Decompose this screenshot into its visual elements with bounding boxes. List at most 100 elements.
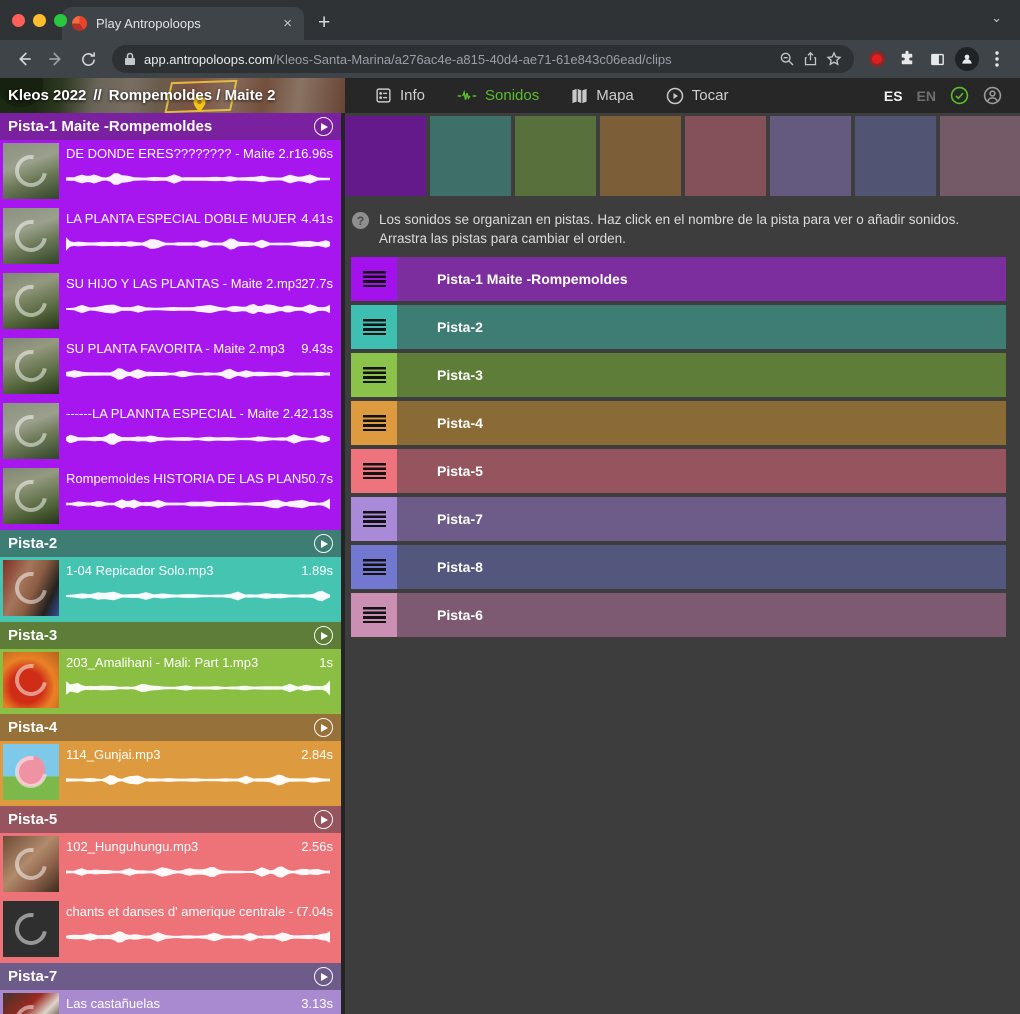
track-color-swatch[interactable] — [855, 116, 936, 196]
clip-waveform[interactable] — [66, 431, 333, 447]
track-color-swatch[interactable] — [940, 116, 1020, 196]
track-row-body[interactable]: Pista-5 — [397, 449, 1006, 493]
track-row[interactable]: Pista-8 — [351, 545, 1006, 589]
track-row[interactable]: Pista-2 — [351, 305, 1006, 349]
track-row[interactable]: Pista-5 — [351, 449, 1006, 493]
lang-es-button[interactable]: ES — [884, 88, 903, 104]
account-icon[interactable] — [983, 86, 1002, 105]
clip-thumbnail — [3, 836, 59, 892]
share-icon[interactable] — [803, 51, 818, 67]
tab-overflow-chevron-icon[interactable]: ⌄ — [991, 10, 1002, 26]
back-button[interactable] — [10, 45, 38, 73]
clip-item[interactable]: 203_Amalihani - Mali: Part 1.mp31s — [0, 649, 341, 714]
clip-item[interactable]: Rompemoldes HISTORIA DE LAS PLANTAS...50… — [0, 465, 341, 530]
clip-item[interactable]: Las castañuelas3.13s — [0, 990, 341, 1014]
clip-waveform[interactable] — [66, 366, 333, 382]
track-row[interactable]: Pista-3 — [351, 353, 1006, 397]
clip-item[interactable]: 114_Gunjai.mp32.84s — [0, 741, 341, 806]
clip-waveform[interactable] — [66, 864, 333, 880]
nav-tab-tocar[interactable]: Tocar — [654, 87, 741, 105]
track-row-body[interactable]: Pista-7 — [397, 497, 1006, 541]
track-play-button[interactable] — [314, 810, 333, 829]
zoom-indicator-icon[interactable] — [779, 51, 795, 67]
clip-waveform[interactable] — [66, 171, 333, 187]
clip-item[interactable]: SU HIJO Y LAS PLANTAS - Maite 2.mp327.7s — [0, 270, 341, 335]
forward-button[interactable] — [42, 45, 70, 73]
track-color-swatch[interactable] — [345, 116, 426, 196]
track-section: Pista-21-04 Repicador Solo.mp31.89s — [0, 530, 341, 622]
nav-tab-mapa[interactable]: Mapa — [559, 87, 646, 104]
drag-handle[interactable] — [351, 545, 397, 589]
track-color-swatch[interactable] — [600, 116, 681, 196]
bookmark-star-icon[interactable] — [826, 51, 842, 67]
extensions-puzzle-icon[interactable] — [894, 50, 920, 68]
drag-handle[interactable] — [351, 353, 397, 397]
breadcrumb-project[interactable]: Kleos 2022 — [8, 87, 86, 104]
drag-handle[interactable] — [351, 593, 397, 637]
new-tab-button[interactable]: + — [318, 11, 330, 35]
track-section: Pista-5102_Hunguhungu.mp32.56schants et … — [0, 806, 341, 963]
track-row[interactable]: Pista-1 Maite -Rompemoldes — [351, 257, 1006, 301]
nav-tab-info[interactable]: Info — [363, 87, 437, 104]
track-header[interactable]: Pista-1 Maite -Rompemoldes — [0, 113, 341, 140]
track-row-body[interactable]: Pista-3 — [397, 353, 1006, 397]
browser-menu-icon[interactable] — [984, 51, 1010, 67]
track-row-body[interactable]: Pista-6 — [397, 593, 1006, 637]
clip-item[interactable]: chants et danses d' amerique centrale - … — [0, 898, 341, 963]
clip-item[interactable]: 1-04 Repicador Solo.mp31.89s — [0, 557, 341, 622]
clip-waveform[interactable] — [66, 301, 333, 317]
clip-waveform[interactable] — [66, 236, 333, 252]
track-color-swatch[interactable] — [430, 116, 511, 196]
track-header[interactable]: Pista-7 — [0, 963, 341, 990]
profile-avatar[interactable] — [954, 47, 980, 71]
track-play-button[interactable] — [314, 967, 333, 986]
clip-item[interactable]: LA PLANTA ESPECIAL DOBLE MUJER - Mai...4… — [0, 205, 341, 270]
clip-waveform[interactable] — [66, 496, 333, 512]
nav-tab-sonidos[interactable]: Sonidos — [445, 87, 551, 104]
map-thumbnail-header[interactable]: Kleos 2022 // Rompemoldes / Maite 2 — [0, 78, 345, 113]
drag-handle[interactable] — [351, 449, 397, 493]
clip-item[interactable]: 102_Hunguhungu.mp32.56s — [0, 833, 341, 898]
track-row-body[interactable]: Pista-8 — [397, 545, 1006, 589]
track-header[interactable]: Pista-2 — [0, 530, 341, 557]
track-row-body[interactable]: Pista-4 — [397, 401, 1006, 445]
track-row[interactable]: Pista-6 — [351, 593, 1006, 637]
sidebar-toggle-icon[interactable] — [924, 51, 950, 68]
minimize-window-button[interactable] — [33, 14, 46, 27]
clip-waveform[interactable] — [66, 680, 333, 696]
track-row[interactable]: Pista-4 — [351, 401, 1006, 445]
reload-button[interactable] — [74, 45, 102, 73]
track-color-swatch[interactable] — [515, 116, 596, 196]
record-extension-icon[interactable] — [864, 51, 890, 67]
drag-handle[interactable] — [351, 497, 397, 541]
drag-handle[interactable] — [351, 305, 397, 349]
tab-close-icon[interactable]: × — [281, 15, 294, 32]
track-header[interactable]: Pista-3 — [0, 622, 341, 649]
track-play-button[interactable] — [314, 718, 333, 737]
clip-waveform[interactable] — [66, 588, 333, 604]
drag-handle[interactable] — [351, 257, 397, 301]
sync-check-icon[interactable] — [950, 86, 969, 105]
clip-waveform[interactable] — [66, 929, 333, 945]
track-section: Pista-7Las castañuelas3.13s — [0, 963, 341, 1014]
clip-waveform[interactable] — [66, 772, 333, 788]
track-color-swatch[interactable] — [685, 116, 766, 196]
track-row[interactable]: Pista-7 — [351, 497, 1006, 541]
track-header[interactable]: Pista-5 — [0, 806, 341, 833]
track-header[interactable]: Pista-4 — [0, 714, 341, 741]
track-play-button[interactable] — [314, 117, 333, 136]
zoom-window-button[interactable] — [54, 14, 67, 27]
lang-en-button[interactable]: EN — [917, 88, 936, 104]
track-play-button[interactable] — [314, 626, 333, 645]
clip-item[interactable]: SU PLANTA FAVORITA - Maite 2.mp39.43s — [0, 335, 341, 400]
clip-item[interactable]: DE DONDE ERES???????? - Maite 2.mp316.96… — [0, 140, 341, 205]
track-play-button[interactable] — [314, 534, 333, 553]
track-color-swatch[interactable] — [770, 116, 851, 196]
drag-handle[interactable] — [351, 401, 397, 445]
browser-tab[interactable]: Play Antropoloops × — [62, 7, 304, 40]
address-bar[interactable]: app.antropoloops.com/Kleos-Santa-Marina/… — [112, 45, 854, 73]
track-row-body[interactable]: Pista-2 — [397, 305, 1006, 349]
close-window-button[interactable] — [12, 14, 25, 27]
track-row-body[interactable]: Pista-1 Maite -Rompemoldes — [397, 257, 1006, 301]
clip-item[interactable]: ------LA PLANNTA ESPECIAL - Maite 2.mp34… — [0, 400, 341, 465]
